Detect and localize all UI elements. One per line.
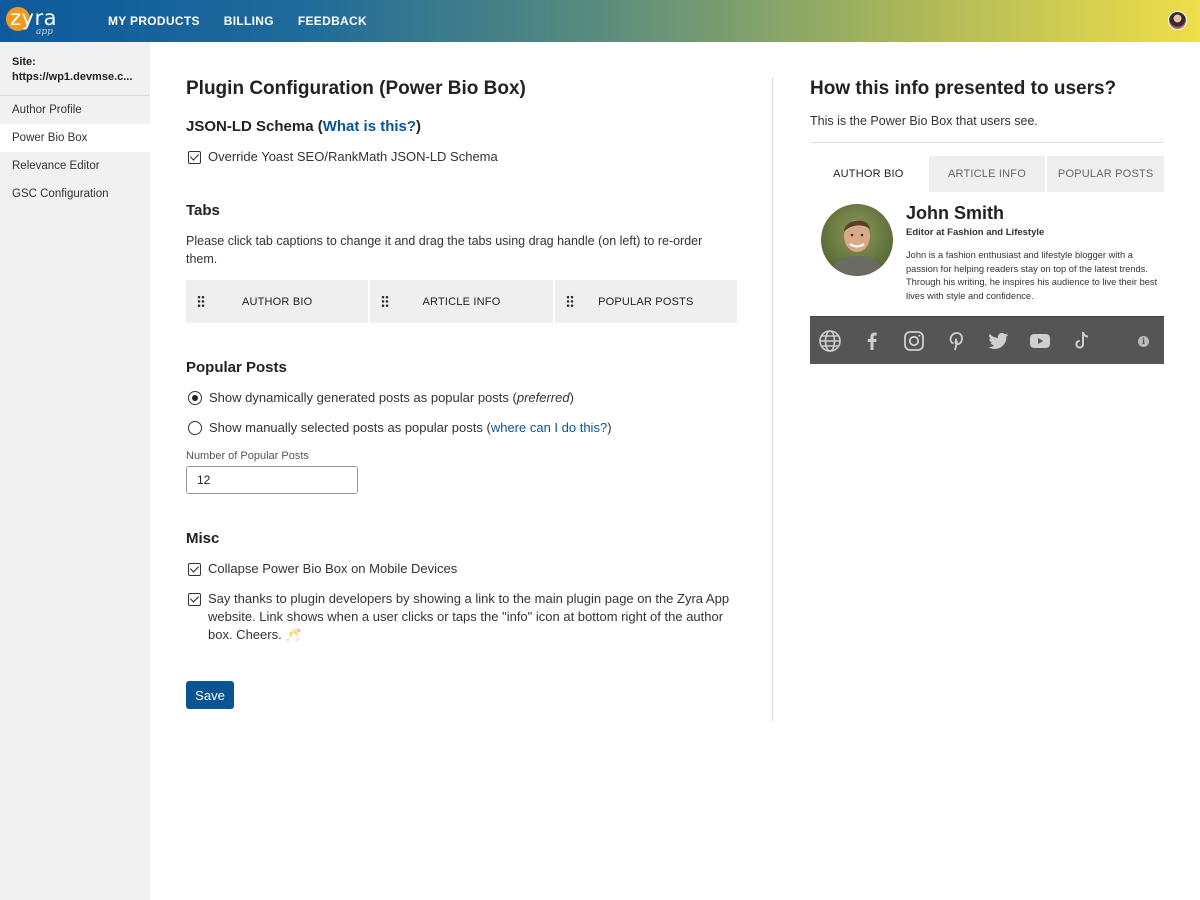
main-nav: MY PRODUCTS BILLING FEEDBACK — [108, 0, 367, 42]
sidebar-item-author-profile[interactable]: Author Profile — [0, 96, 150, 124]
preferred-text: preferred — [516, 390, 570, 405]
manual-posts-suffix: ) — [607, 420, 612, 435]
info-icon[interactable]: i — [1138, 336, 1149, 347]
author-bio-text: John is a fashion enthusiast and lifesty… — [906, 250, 1158, 301]
sidebar-item-gsc-configuration[interactable]: GSC Configuration — [0, 180, 150, 208]
sidebar-item-relevance-editor[interactable]: Relevance Editor — [0, 152, 150, 180]
say-thanks-option[interactable]: Say thanks to plugin developers by showi… — [188, 590, 740, 644]
popular-posts-heading: Popular Posts — [186, 359, 287, 376]
facebook-icon[interactable] — [860, 329, 884, 353]
manual-posts-option[interactable]: Show manually selected posts as popular … — [188, 419, 612, 437]
jsonld-heading-text: JSON-LD Schema ( — [186, 118, 323, 135]
social-links-bar: i — [810, 316, 1164, 364]
override-schema-label: Override Yoast SEO/RankMath JSON-LD Sche… — [208, 149, 498, 164]
top-navigation-bar: zyra app MY PRODUCTS BILLING FEEDBACK — [0, 0, 1200, 42]
nav-my-products[interactable]: MY PRODUCTS — [108, 14, 200, 28]
preview-subtitle: This is the Power Bio Box that users see… — [810, 114, 1038, 128]
author-name: John Smith — [906, 203, 1004, 223]
override-schema-option[interactable]: Override Yoast SEO/RankMath JSON-LD Sche… — [188, 148, 498, 166]
collapse-mobile-option[interactable]: Collapse Power Bio Box on Mobile Devices — [188, 560, 457, 578]
site-url: https://wp1.devmse.c... — [12, 71, 133, 83]
preview-tab-popular-posts[interactable]: POPULAR POSTS — [1047, 156, 1165, 192]
manual-posts-text: Show manually selected posts as popular … — [209, 420, 491, 435]
preview-tab-author-bio[interactable]: AUTHOR BIO — [810, 156, 927, 192]
tab-config-popular-posts[interactable]: POPULAR POSTS — [554, 280, 737, 323]
tabs-heading: Tabs — [186, 202, 220, 219]
sidebar: Site: https://wp1.devmse.c... Author Pro… — [0, 42, 150, 900]
jsonld-heading: JSON-LD Schema (What is this?) — [186, 118, 421, 135]
tab-caption[interactable]: POPULAR POSTS — [555, 296, 737, 308]
collapse-mobile-label: Collapse Power Bio Box on Mobile Devices — [208, 561, 458, 576]
popular-posts-count-input[interactable] — [186, 466, 358, 494]
save-button[interactable]: Save — [186, 681, 234, 709]
tab-config-article-info[interactable]: ARTICLE INFO — [370, 280, 553, 323]
dynamic-posts-label: Show dynamically generated posts as popu… — [209, 389, 574, 407]
twitter-icon[interactable] — [986, 329, 1010, 353]
site-label: Site: — [12, 56, 36, 68]
tab-caption[interactable]: ARTICLE INFO — [370, 296, 552, 308]
preview-tabs: AUTHOR BIO ARTICLE INFO POPULAR POSTS — [810, 156, 1165, 192]
tiktok-icon[interactable] — [1070, 329, 1094, 353]
zyra-logo[interactable]: zyra app — [6, 4, 68, 38]
drag-handle-icon[interactable] — [381, 295, 390, 308]
say-thanks-checkbox[interactable] — [188, 593, 201, 606]
tab-config-author-bio[interactable]: AUTHOR BIO — [186, 280, 369, 323]
globe-icon[interactable] — [818, 329, 842, 353]
column-divider — [772, 78, 773, 721]
jsonld-heading-suffix: ) — [416, 118, 422, 135]
dynamic-posts-text: Show dynamically generated posts as popu… — [209, 390, 517, 405]
drag-handle-icon[interactable] — [197, 295, 205, 308]
sidebar-item-power-bio-box[interactable]: Power Bio Box — [0, 124, 150, 152]
preview-divider — [810, 142, 1164, 143]
author-role: Editor at Fashion and Lifestyle — [906, 227, 1045, 238]
collapse-mobile-checkbox[interactable] — [188, 563, 201, 576]
tabs-order-bar: AUTHOR BIO ARTICLE INFO POPULAR POSTS — [186, 280, 737, 323]
author-photo — [821, 204, 893, 276]
popular-posts-count-label: Number of Popular Posts — [186, 450, 309, 462]
override-schema-checkbox[interactable] — [188, 151, 201, 164]
user-avatar-icon[interactable] — [1168, 11, 1187, 30]
what-is-this-link[interactable]: What is this? — [323, 118, 416, 135]
drag-handle-icon[interactable] — [565, 295, 574, 308]
manual-posts-radio[interactable] — [188, 421, 202, 435]
logo-subtext: app — [36, 27, 53, 37]
nav-feedback[interactable]: FEEDBACK — [298, 14, 367, 28]
preview-title: How this info presented to users? — [810, 78, 1117, 99]
page-title: Plugin Configuration (Power Bio Box) — [186, 78, 526, 99]
nav-billing[interactable]: BILLING — [224, 14, 274, 28]
pinterest-icon[interactable] — [944, 329, 968, 353]
dynamic-posts-option[interactable]: Show dynamically generated posts as popu… — [188, 389, 574, 407]
tab-caption[interactable]: AUTHOR BIO — [186, 296, 368, 308]
dynamic-posts-suffix: ) — [569, 390, 574, 405]
where-can-i-do-this-link[interactable]: where can I do this? — [491, 420, 607, 435]
tabs-instructions: Please click tab captions to change it a… — [186, 234, 703, 266]
manual-posts-label: Show manually selected posts as popular … — [209, 419, 612, 437]
preview-tab-article-info[interactable]: ARTICLE INFO — [928, 156, 1046, 192]
youtube-icon[interactable] — [1028, 329, 1052, 353]
say-thanks-label: Say thanks to plugin developers by showi… — [208, 591, 730, 642]
misc-heading: Misc — [186, 530, 220, 547]
dynamic-posts-radio[interactable] — [188, 391, 202, 405]
site-info: Site: https://wp1.devmse.c... — [0, 42, 150, 96]
instagram-icon[interactable] — [902, 329, 926, 353]
